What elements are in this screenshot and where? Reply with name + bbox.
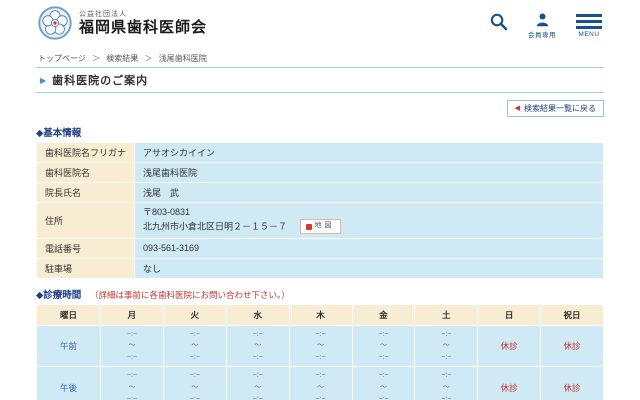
row-label: 院長氏名 (37, 182, 135, 202)
hours-heading: ◆診療時間 （詳細は事前に各歯科医院にお問い合わせ下さい。） (36, 287, 604, 301)
row-value: 浅尾歯科医院 (135, 162, 604, 182)
col-header: 祝日 (541, 304, 604, 325)
time-cell: −:−～−:− (289, 325, 352, 367)
member-area-button[interactable]: 会員専用 (528, 12, 556, 39)
basic-info-table: 歯科医院名フリガナ アサオシカイイン 歯科医院名 浅尾歯科医院 院長氏名 浅尾 … (36, 142, 604, 279)
hours-row-pm: 午後 −:−～−:− −:−～−:− −:−～−:− −:−～−:− −:−～−… (37, 367, 604, 400)
row-label: 電話番号 (37, 238, 135, 258)
back-to-results-button[interactable]: ◀ 検索結果一覧に戻る (507, 100, 604, 117)
clinic-detail-page: 公益社団法人 福岡県歯科医師会 会員専用 (0, 0, 640, 400)
street-text: 北九州市小倉北区日明２－１５－７ (143, 222, 287, 232)
map-button-label: 地図 (315, 221, 335, 232)
basic-info-heading: ◆基本情報 (36, 125, 604, 139)
row-value: なし (135, 258, 604, 278)
table-row: 歯科医院名 浅尾歯科医院 (37, 162, 604, 182)
time-cell: −:−～−:− (352, 325, 415, 367)
map-button[interactable]: 地図 (300, 219, 341, 234)
org-name: 福岡県歯科医師会 (79, 19, 207, 37)
time-cell: −:−～−:− (101, 325, 164, 367)
row-label: 歯科医院名フリガナ (37, 142, 135, 162)
time-cell: −:−～−:− (226, 325, 289, 367)
header-actions: 会員専用 MENU (489, 6, 602, 39)
back-to-results-label: 検索結果一覧に戻る (524, 103, 596, 114)
row-value: アサオシカイイン (135, 142, 604, 162)
hours-table: 曜日 月 火 水 木 金 土 日 祝日 午前 −:−～−:− −:−～−:− −… (36, 304, 604, 400)
time-cell: −:−～−:− (415, 367, 478, 400)
breadcrumb: トップページ ＞ 検索結果 ＞ 浅尾歯科医院 (38, 53, 602, 64)
breadcrumb-current: 浅尾歯科医院 (159, 54, 207, 63)
closed-cell: 休診 (478, 367, 541, 400)
back-row: ◀ 検索結果一覧に戻る (36, 97, 604, 117)
site-logo[interactable]: 公益社団法人 福岡県歯科医師会 (38, 6, 207, 40)
time-cell: −:−～−:− (101, 367, 164, 400)
org-type: 公益社団法人 (79, 9, 207, 19)
search-button[interactable] (489, 12, 508, 31)
member-person-icon (535, 12, 550, 27)
map-pin-icon (306, 224, 312, 230)
col-header: 日 (478, 304, 541, 325)
breadcrumb-home-link[interactable]: トップページ (38, 54, 86, 63)
hours-note: （詳細は事前に各歯科医院にお問い合わせ下さい。） (90, 290, 290, 300)
association-logo-icon (38, 6, 72, 40)
breadcrumb-separator: ＞ (92, 54, 100, 63)
closed-cell: 休診 (541, 367, 604, 400)
closed-cell: 休診 (478, 325, 541, 367)
col-header: 曜日 (37, 304, 101, 325)
col-header: 月 (101, 304, 164, 325)
closed-cell: 休診 (541, 325, 604, 367)
breadcrumb-separator: ＞ (145, 54, 153, 63)
time-cell: −:−～−:− (352, 367, 415, 400)
address-value: 〒803-0831 北九州市小倉北区日明２－１５－７ 地図 (135, 202, 604, 238)
row-label: 歯科医院名 (37, 162, 135, 182)
time-cell: −:−～−:− (226, 367, 289, 400)
site-header: 公益社団法人 福岡県歯科医師会 会員専用 (0, 0, 640, 48)
col-header: 金 (352, 304, 415, 325)
search-icon (489, 12, 508, 31)
hours-row-am: 午前 −:−～−:− −:−～−:− −:−～−:− −:−～−:− −:−～−… (37, 325, 604, 367)
brand-text: 公益社団法人 福岡県歯科医師会 (79, 9, 207, 37)
hours-header-row: 曜日 月 火 水 木 金 土 日 祝日 (37, 304, 604, 325)
row-label: 午前 (37, 325, 101, 367)
time-cell: −:−～−:− (163, 325, 226, 367)
row-label: 駐車場 (37, 258, 135, 278)
title-arrow-icon: ▶ (40, 76, 46, 85)
row-value: 浅尾 武 (135, 182, 604, 202)
breadcrumb-results-link[interactable]: 検索結果 (106, 54, 138, 63)
col-header: 土 (415, 304, 478, 325)
table-row: 歯科医院名フリガナ アサオシカイイン (37, 142, 604, 162)
row-label: 午後 (37, 367, 101, 400)
street-address: 北九州市小倉北区日明２－１５－７ 地図 (143, 219, 595, 234)
postal-code: 〒803-0831 (143, 206, 595, 220)
hamburger-icon (576, 12, 602, 29)
back-arrow-icon: ◀ (515, 104, 520, 112)
row-label: 住所 (37, 202, 135, 238)
col-header: 水 (226, 304, 289, 325)
table-row: 電話番号 093-561-3169 (37, 238, 604, 258)
table-row: 住所 〒803-0831 北九州市小倉北区日明２－１５－７ 地図 (37, 202, 604, 238)
menu-button[interactable]: MENU (576, 12, 602, 38)
menu-label: MENU (578, 31, 599, 38)
member-area-label: 会員専用 (528, 29, 556, 39)
table-row: 院長氏名 浅尾 武 (37, 182, 604, 202)
col-header: 木 (289, 304, 352, 325)
table-row: 駐車場 なし (37, 258, 604, 278)
row-value: 093-561-3169 (135, 238, 604, 258)
time-cell: −:−～−:− (289, 367, 352, 400)
page-title: 歯科医院のご案内 (52, 72, 148, 88)
time-cell: −:−～−:− (163, 367, 226, 400)
col-header: 火 (163, 304, 226, 325)
page-title-bar: ▶ 歯科医院のご案内 (36, 67, 604, 93)
time-cell: −:−～−:− (415, 325, 478, 367)
hours-heading-text: ◆診療時間 (36, 290, 81, 301)
